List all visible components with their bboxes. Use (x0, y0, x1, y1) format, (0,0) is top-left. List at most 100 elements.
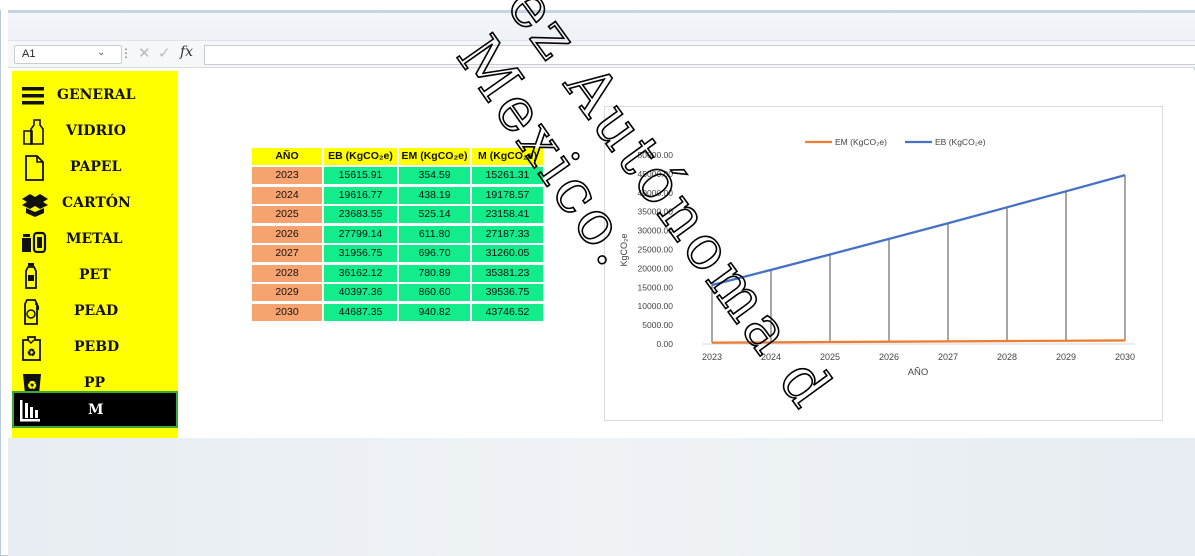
table-cell-value[interactable]: 860.60 (399, 284, 470, 301)
table-cell-value[interactable]: 354.59 (399, 167, 470, 184)
pet-bottle-icon (25, 263, 37, 289)
table-cell-value[interactable]: 940.82 (399, 303, 470, 321)
menu-item-pebd[interactable]: ♻ PEBD (12, 329, 178, 365)
table-header-m[interactable]: M (KgCO₂e) (472, 148, 543, 165)
menu-item-label: M (88, 402, 104, 418)
table-cell-year[interactable]: 2024 (252, 186, 322, 204)
table-cell-value[interactable]: 19616.77 (324, 186, 397, 204)
table-cell-year[interactable]: 2027 (252, 245, 322, 262)
menu-item-label: GENERAL (57, 87, 136, 103)
navigation-menu: GENERAL VIDRIO PAPEL CARTÓN METAL PET PE… (12, 71, 178, 438)
y-tick-label: 50000.00 (638, 150, 674, 160)
table-cell-value[interactable]: 43746.52 (472, 303, 543, 321)
menu-item-label: VIDRIO (66, 123, 126, 139)
menu-item-label: PEAD (74, 303, 119, 319)
background-area (8, 438, 1195, 556)
table-cell-value[interactable]: 611.80 (399, 225, 470, 243)
table-cell-value[interactable]: 36162.12 (324, 264, 397, 282)
table-header-ano[interactable]: AÑO (252, 148, 322, 165)
y-tick-label: 0.00 (656, 339, 673, 349)
table-cell-year[interactable]: 2029 (252, 284, 322, 301)
y-axis-title: KgCO₂e (619, 233, 629, 266)
more-icon[interactable]: ⋮ (120, 46, 132, 60)
menu-item-label: PEBD (74, 339, 120, 355)
table-cell-value[interactable]: 438.19 (399, 186, 470, 204)
legend-label: EM (KgCO₂e) (835, 137, 887, 147)
table-cell-value[interactable]: 23683.55 (324, 206, 397, 223)
table-cell-year[interactable]: 2030 (252, 303, 322, 321)
y-tick-label: 45000.00 (638, 169, 674, 179)
ribbon (8, 13, 1195, 41)
x-tick-label: 2030 (1115, 352, 1135, 362)
table-cell-value[interactable]: 525.14 (399, 206, 470, 223)
y-tick-label: 20000.00 (638, 263, 674, 273)
y-tick-label: 35000.00 (638, 207, 674, 217)
formula-input[interactable] (204, 45, 1195, 65)
table-cell-value[interactable]: 40397.36 (324, 284, 397, 301)
y-tick-label: 15000.00 (638, 282, 674, 292)
title-strip (0, 0, 1195, 10)
series-line (711, 173, 1126, 287)
x-tick-label: 2025 (820, 352, 840, 362)
chevron-down-icon[interactable]: ⌄ (97, 47, 105, 58)
x-tick-label: 2024 (761, 352, 781, 362)
table-cell-year[interactable]: 2026 (252, 225, 322, 243)
table-cell-value[interactable]: 27187.33 (472, 225, 543, 243)
table-cell-value[interactable]: 23158.41 (472, 206, 543, 223)
x-tick-label: 2028 (997, 352, 1017, 362)
x-tick-label: 2026 (879, 352, 899, 362)
table-header-eb[interactable]: EB (KgCO₂e) (324, 148, 397, 165)
confirm-icon[interactable]: ✓ (158, 44, 171, 62)
function-icon[interactable]: fx (180, 44, 193, 60)
menu-item-papel[interactable]: PAPEL (12, 149, 178, 185)
table-cell-value[interactable]: 696.70 (399, 245, 470, 262)
table-cell-value[interactable]: 31956.75 (324, 245, 397, 262)
menu-item-pet[interactable]: PET (12, 257, 178, 293)
line-chart[interactable]: 0.00 5000.00 10000.00 15000.00 20000.00 25000… (604, 106, 1163, 421)
menu-item-general[interactable]: GENERAL (12, 77, 178, 113)
table-cell-year[interactable]: 2023 (252, 167, 322, 184)
x-tick-label: 2023 (702, 352, 722, 362)
menu-item-metal[interactable]: METAL (12, 221, 178, 257)
chart-canvas: 0.00 5000.00 10000.00 15000.00 20000.00 25000… (619, 137, 1135, 378)
plastic-bag-recycle-icon: ♻ (22, 336, 41, 361)
table-cell-value[interactable]: 15615.91 (324, 167, 397, 184)
cancel-icon[interactable]: ✕ (138, 44, 151, 62)
x-axis-title: AÑO (908, 367, 929, 378)
menu-item-m[interactable]: M (12, 391, 178, 428)
detergent-bottle-icon (24, 299, 40, 325)
table-cell-year[interactable]: 2025 (252, 206, 322, 223)
menu-item-carton[interactable]: CARTÓN (12, 185, 178, 221)
table-cell-value[interactable]: 19178.57 (472, 186, 543, 204)
name-box[interactable]: A1 (14, 45, 122, 64)
menu-item-label: CARTÓN (62, 195, 131, 211)
x-tick-label: 2029 (1056, 352, 1076, 362)
bar-chart-icon (20, 400, 40, 422)
table-cell-value[interactable]: 27799.14 (324, 225, 397, 243)
table-cell-year[interactable]: 2028 (252, 264, 322, 282)
series-line (711, 339, 1126, 344)
table-cell-value[interactable]: 39536.75 (472, 284, 543, 301)
table-cell-value[interactable]: 35381.23 (472, 264, 543, 282)
hamburger-icon (22, 87, 44, 105)
x-tick-label: 2027 (938, 352, 958, 362)
y-tick-label: 5000.00 (642, 320, 673, 330)
table-header-em[interactable]: EM (KgCO₂e) (399, 148, 470, 165)
menu-item-label: PET (79, 267, 111, 283)
menu-item-label: METAL (66, 231, 123, 247)
menu-item-vidrio[interactable]: VIDRIO (12, 113, 178, 149)
legend-label: EB (KgCO₂e) (935, 137, 986, 147)
table-cell-value[interactable]: 780.89 (399, 264, 470, 282)
table-cell-value[interactable]: 15261.31 (472, 167, 543, 184)
paper-sheet-icon (25, 155, 44, 181)
menu-item-label: PAPEL (70, 159, 122, 175)
table-cell-value[interactable]: 44687.35 (324, 303, 397, 321)
svg-text:♻: ♻ (27, 348, 36, 359)
metal-can-icon (22, 231, 47, 253)
table-cell-value[interactable]: 31260.05 (472, 245, 543, 262)
bottle-jar-icon (23, 119, 44, 145)
menu-item-pead[interactable]: PEAD (12, 293, 178, 329)
y-tick-label: 40000.00 (638, 188, 674, 198)
y-tick-label: 10000.00 (638, 301, 674, 311)
menu-item-label: PP (84, 375, 106, 391)
